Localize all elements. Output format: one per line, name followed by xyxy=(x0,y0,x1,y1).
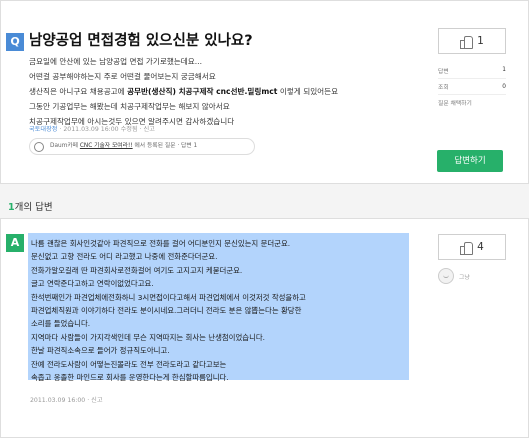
answer-count-label: 개의 답변 xyxy=(14,202,53,213)
answer-line: 나름 괜찮은 회사인것같아 파견직으로 전화를 걸어 어디분인지 문신있는지 문… xyxy=(31,239,291,248)
source-suffix: 에서 등록된 질문 · 답변 1 xyxy=(134,143,198,149)
adopt-question-link[interactable]: 질문 채택하기 xyxy=(438,98,472,107)
question-stats: 답변 1 조회 0 질문 채택하기 xyxy=(438,62,506,110)
answer-line: 글고 연락준다고하고 연락이없었다고요. xyxy=(31,279,154,289)
question-sidebar: 1 답변 1 조회 0 질문 채택하기 xyxy=(438,28,506,110)
stat-value: 1 xyxy=(502,67,506,73)
answer-line: 속좁고 옹졸한 마인드로 회사를 운영한다는게 한심할따름입니다. xyxy=(31,372,229,382)
write-answer-button[interactable]: 답변하기 xyxy=(437,150,503,172)
answer-meta: 2011.03.09 16:00 · 신고 xyxy=(30,397,103,404)
question-badge: Q xyxy=(6,33,24,51)
answer-line: 소리를 들었습니다. xyxy=(31,319,91,329)
answer-count-number: 1 xyxy=(8,202,15,213)
stat-value: 0 xyxy=(502,83,506,90)
answer-like-count: 4 xyxy=(477,241,484,253)
stat-row-views: 조회 0 xyxy=(438,78,506,94)
answer-line: 잔예 전라도사람이 어떻는진몰라도 전부 전라도라고 같다고보는 xyxy=(31,359,227,369)
question-meta: 국토대장정 · 2011.03.09 16:00 수정됨 · 신고 xyxy=(29,126,155,133)
answer-line: 문신없고 고향 전라도 어디 라고했고 나중에 전화준다더군요. xyxy=(31,252,218,262)
thumbs-up-icon xyxy=(460,35,474,49)
thumbs-up-icon xyxy=(460,241,474,255)
answer-line: 한날 파견직소속으로 들어가 정규직도아니고. xyxy=(31,346,170,356)
question-category-link[interactable]: 국토대장정 xyxy=(29,126,57,133)
avatar-icon xyxy=(438,268,454,284)
question-meta-text: 2011.03.09 16:00 수정됨 · 신고 xyxy=(63,126,155,133)
answer-badge: A xyxy=(6,234,24,252)
stat-row-answers: 답변 1 xyxy=(438,62,506,78)
answer-body-selected: 나름 괜찮은 회사인것같아 파견직으로 전화를 걸어 어디분인지 문신있는지 문… xyxy=(28,233,409,382)
question-line: 어떤걸 공부해야하는지 주로 어떤걸 물어보는지 궁금해서요 xyxy=(29,72,216,81)
source-cafe-box: Daum카페 CNC 기술자 모여라!! 에서 등록된 질문 · 답변 1 xyxy=(29,138,255,155)
answer-like-button[interactable]: 4 xyxy=(438,234,506,260)
answer-user-name: 그냥 xyxy=(459,274,470,281)
answer-line: 지역마다 사람들이 가지각색인데 무슨 지역따지는 회사는 난생첨이었습니다. xyxy=(31,332,266,342)
question-line: 생산직은 아니구요 채용공고에 공무반(생산직) 치공구제작 cnc선반.밀링m… xyxy=(29,87,339,96)
stat-row-adopt[interactable]: 질문 채택하기 xyxy=(438,94,506,110)
question-line: 그동안 기공업무는 해봤는데 치공구제작업무는 해보지 않아서요 xyxy=(29,102,230,111)
question-line: 금요일에 안산에 있는 남양공업 면접 가기로했는데요... xyxy=(29,57,203,66)
answer-line: 파견업체직원과 이야기하다 전라도 분이시네요.그러더니 전라도 분은 않뽑는다… xyxy=(31,305,302,315)
question-bold-phrase: 공무반(생산직) 치공구제작 cnc선반.밀링mct xyxy=(127,87,278,96)
daum-icon xyxy=(34,142,44,152)
question-like-button[interactable]: 1 xyxy=(438,28,506,54)
source-cafe-link[interactable]: CNC 기술자 모여라!! xyxy=(80,143,133,149)
answer-line: 한석번째인가 파견업체에전화하니 3시면접이다고해서 파견업체에서 이것저것 작… xyxy=(31,292,306,302)
question-title: 남양공업 면접경험 있으신분 있나요? xyxy=(29,33,253,49)
answer-sidebar: 4 그냥 xyxy=(438,234,506,284)
source-prefix: Daum카페 xyxy=(50,143,79,149)
stat-label: 조회 xyxy=(438,85,449,91)
answer-user[interactable]: 그냥 xyxy=(438,268,506,284)
question-body: 금요일에 안산에 있는 남양공업 면접 가기로했는데요... 어떤걸 공부해야하… xyxy=(29,54,409,129)
question-like-count: 1 xyxy=(477,35,484,47)
answer-count-heading: 1개의 답변 xyxy=(8,199,53,213)
stat-label: 답변 xyxy=(438,68,449,75)
answer-line: 전화가알오길래 딴 파견회사로전화걸어 여기도 고지고지 케묻더군요. xyxy=(31,265,243,275)
